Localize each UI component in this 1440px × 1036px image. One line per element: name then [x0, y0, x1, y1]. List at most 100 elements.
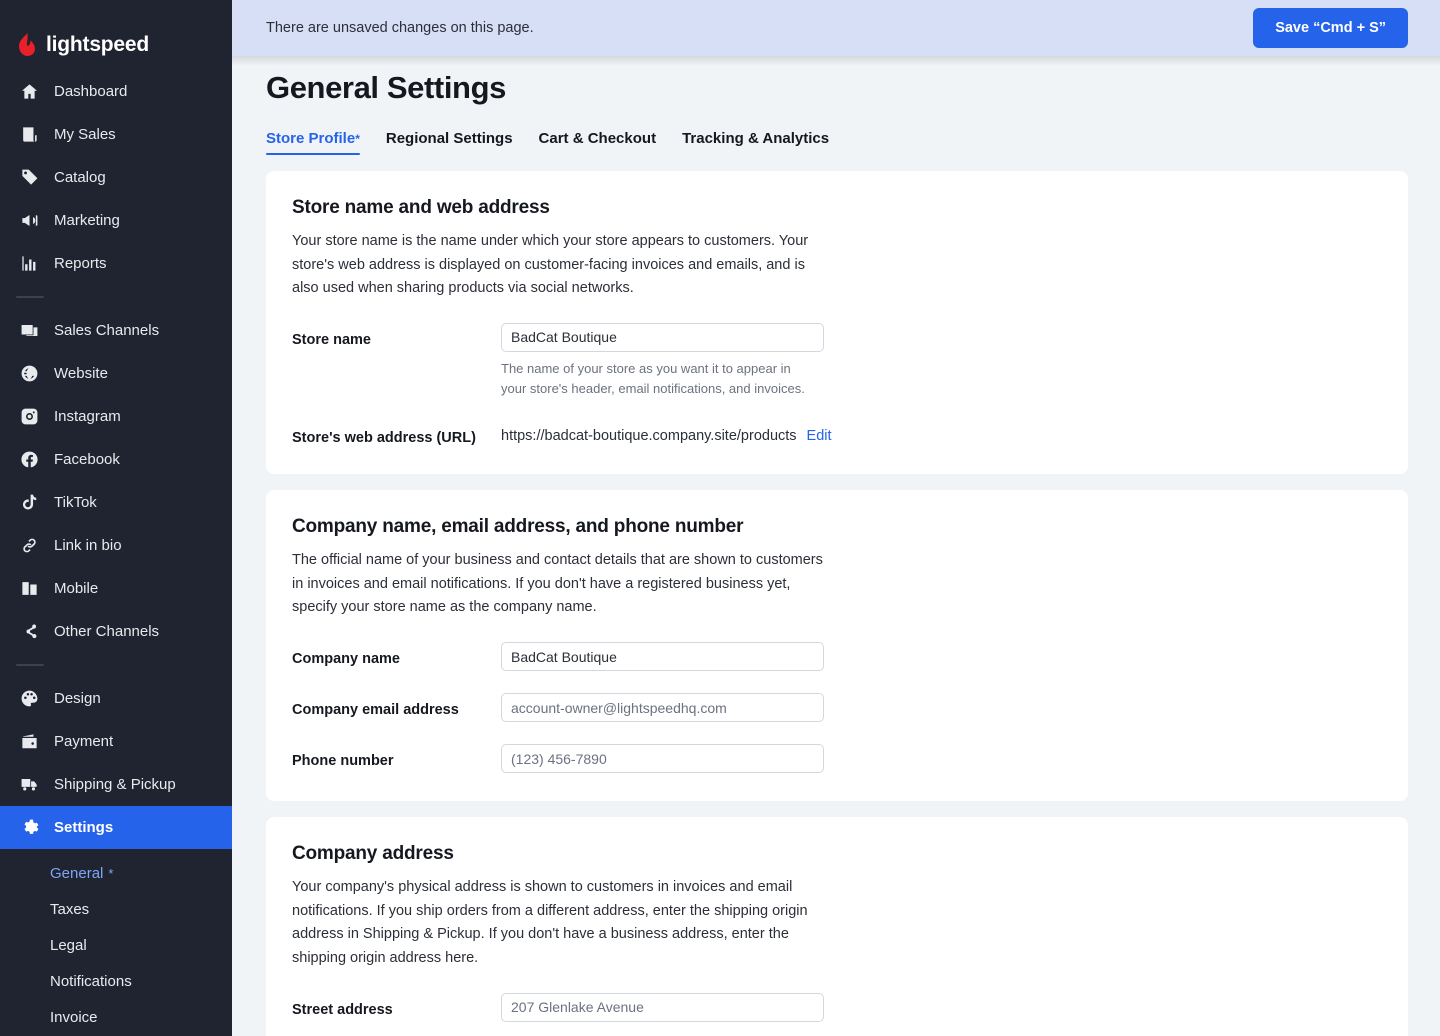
- sidebar-item-catalog[interactable]: Catalog: [0, 156, 232, 199]
- company-name-input[interactable]: [501, 642, 824, 672]
- sidebar-item-instagram[interactable]: Instagram: [0, 395, 232, 438]
- field-hint: The name of your store as you want it to…: [501, 360, 805, 397]
- tab-label: Cart & Checkout: [538, 130, 657, 147]
- bar-chart-icon: [18, 253, 40, 275]
- windows-icon: [18, 320, 40, 342]
- sidebar-subitem-label: Notifications: [50, 972, 132, 990]
- tab-tracking-analytics[interactable]: Tracking & Analytics: [682, 130, 829, 155]
- sidebar-subitem-label: Invoice: [50, 1008, 98, 1026]
- instagram-icon: [18, 406, 40, 428]
- field-label: Store's web address (URL): [292, 430, 476, 447]
- save-button[interactable]: Save “Cmd + S”: [1253, 8, 1408, 48]
- tab-store-profile[interactable]: Store Profile*: [266, 130, 360, 155]
- sidebar-subitem-taxes[interactable]: Taxes: [0, 891, 232, 927]
- company-email-input[interactable]: [501, 693, 824, 723]
- sidebar-item-design[interactable]: Design: [0, 677, 232, 720]
- sidebar-item-label: Settings: [54, 819, 114, 836]
- sidebar-subitem-invoice[interactable]: Invoice: [0, 999, 232, 1035]
- sidebar-nav-tools: Design Payment Shipping & Pickup Setting…: [0, 677, 232, 849]
- sidebar-nav-primary: Dashboard My Sales Catalog Marketing Rep…: [0, 62, 232, 285]
- unsaved-changes-banner: There are unsaved changes on this page. …: [232, 0, 1440, 56]
- store-name-input[interactable]: [501, 322, 824, 352]
- field-store-url: Store's web address (URL) https://badcat…: [292, 421, 1382, 446]
- megaphone-icon: [18, 210, 40, 232]
- card-company-address: Company address Your company's physical …: [266, 817, 1408, 1036]
- palette-icon: [18, 688, 40, 710]
- sidebar-subitem-legal[interactable]: Legal: [0, 927, 232, 963]
- receipt-icon: [18, 124, 40, 146]
- sidebar-item-my-sales[interactable]: My Sales: [0, 113, 232, 156]
- sidebar-item-label: Link in bio: [54, 537, 122, 554]
- unsaved-marker: *: [108, 865, 114, 881]
- tag-icon: [18, 167, 40, 189]
- phone-number-input[interactable]: [501, 744, 824, 774]
- tab-label: Store Profile: [266, 130, 356, 147]
- card-store-name-web-address: Store name and web address Your store na…: [266, 171, 1408, 475]
- sidebar-item-shipping-pickup[interactable]: Shipping & Pickup: [0, 763, 232, 806]
- sidebar-item-label: My Sales: [54, 126, 116, 143]
- field-label: Street address: [292, 1001, 393, 1018]
- tiktok-icon: [18, 492, 40, 514]
- sidebar-subitem-label: Legal: [50, 936, 87, 954]
- field-street-address: Street address: [292, 992, 1382, 1022]
- flame-icon: [16, 33, 38, 57]
- card-company-contact: Company name, email address, and phone n…: [266, 490, 1408, 802]
- brand-name: lightspeed: [46, 33, 150, 56]
- tab-label: Tracking & Analytics: [682, 130, 830, 147]
- tab-label: Regional Settings: [385, 130, 513, 147]
- wallet-icon: [18, 731, 40, 753]
- globe-icon: [18, 363, 40, 385]
- app-root: lightspeed Dashboard My Sales Catalog Ma…: [0, 0, 1440, 1036]
- home-icon: [18, 81, 40, 103]
- unsaved-marker: *: [355, 132, 360, 146]
- tab-cart-checkout[interactable]: Cart & Checkout: [539, 130, 657, 155]
- field-phone-number: Phone number: [292, 744, 1382, 774]
- settings-tabs: Store Profile* Regional Settings Cart & …: [266, 130, 1408, 155]
- sidebar-divider: [16, 296, 44, 298]
- share-nodes-icon: [18, 621, 40, 643]
- field-label: Phone number: [292, 753, 394, 770]
- sidebar-item-label: TikTok: [54, 494, 97, 511]
- banner-message: There are unsaved changes on this page.: [266, 20, 534, 36]
- sidebar-item-link-in-bio[interactable]: Link in bio: [0, 524, 232, 567]
- sidebar-item-label: Catalog: [54, 169, 106, 186]
- sidebar-item-label: Facebook: [54, 451, 120, 468]
- sidebar-item-label: Dashboard: [54, 83, 128, 100]
- field-label: Company name: [292, 651, 400, 668]
- card-description: Your company's physical address is shown…: [292, 879, 808, 966]
- sidebar-item-label: Website: [54, 365, 108, 382]
- store-url-value: https://badcat-boutique.company.site/pro…: [501, 428, 797, 445]
- main-content: There are unsaved changes on this page. …: [232, 0, 1440, 1036]
- sidebar-item-reports[interactable]: Reports: [0, 242, 232, 285]
- sidebar-item-marketing[interactable]: Marketing: [0, 199, 232, 242]
- sidebar-item-sales-channels[interactable]: Sales Channels: [0, 309, 232, 352]
- sidebar-item-label: Other Channels: [54, 623, 160, 640]
- tab-regional-settings[interactable]: Regional Settings: [386, 130, 513, 155]
- facebook-icon: [18, 449, 40, 471]
- brand-logo[interactable]: lightspeed: [0, 0, 232, 62]
- sidebar-item-payment[interactable]: Payment: [0, 720, 232, 763]
- sidebar-subnav-settings: General * Taxes Legal Notifications Invo…: [0, 849, 232, 1035]
- edit-url-link[interactable]: Edit: [807, 428, 832, 444]
- sidebar-item-label: Sales Channels: [54, 322, 160, 339]
- card-title: Company name, email address, and phone n…: [292, 516, 744, 538]
- sidebar-item-dashboard[interactable]: Dashboard: [0, 70, 232, 113]
- field-store-name: Store name The name of your store as you…: [292, 322, 1382, 399]
- sidebar-item-label: Payment: [54, 733, 114, 750]
- settings-scroll-area[interactable]: General Settings Store Profile* Regional…: [232, 56, 1440, 1036]
- sidebar-item-settings[interactable]: Settings: [0, 806, 232, 849]
- sidebar-item-tiktok[interactable]: TikTok: [0, 481, 232, 524]
- sidebar-item-mobile[interactable]: Mobile: [0, 567, 232, 610]
- sidebar-item-other-channels[interactable]: Other Channels: [0, 610, 232, 653]
- sidebar-item-facebook[interactable]: Facebook: [0, 438, 232, 481]
- card-description: The official name of your business and c…: [292, 552, 823, 616]
- street-address-input[interactable]: [501, 992, 824, 1022]
- sidebar-divider: [16, 664, 44, 666]
- sidebar-item-website[interactable]: Website: [0, 352, 232, 395]
- sidebar-subitem-general[interactable]: General *: [0, 855, 232, 891]
- sidebar-item-label: Marketing: [54, 212, 120, 229]
- sidebar-subitem-notifications[interactable]: Notifications: [0, 963, 232, 999]
- gear-icon: [18, 817, 40, 839]
- sidebar-nav-channels: Sales Channels Website Instagram Faceboo…: [0, 309, 232, 653]
- field-label: Store name: [292, 331, 371, 348]
